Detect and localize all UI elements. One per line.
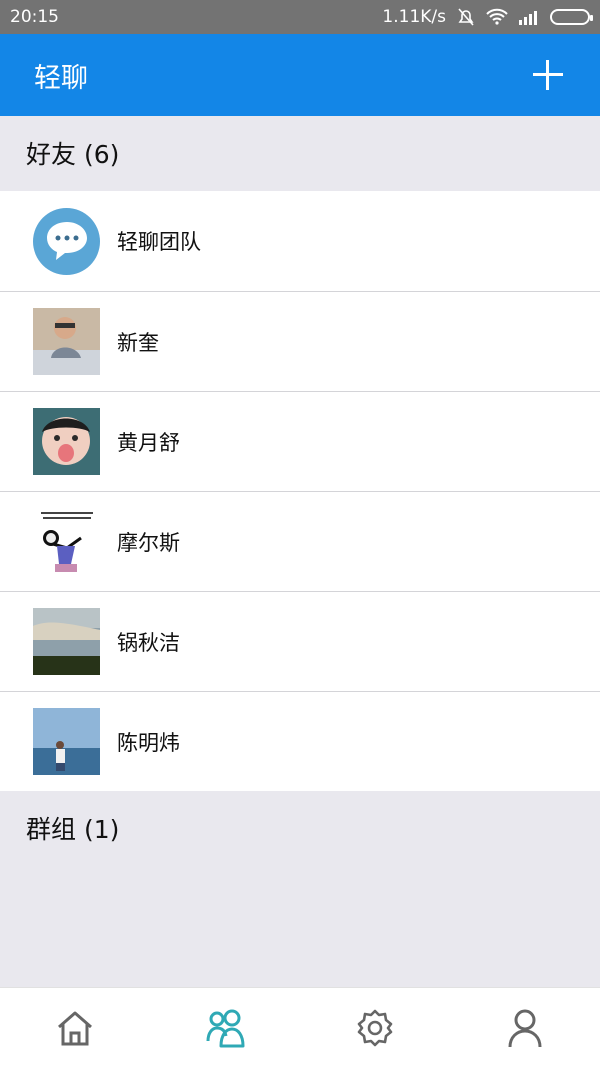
avatar (33, 207, 100, 275)
home-icon (58, 1011, 92, 1045)
wifi-icon (486, 8, 508, 25)
list-item[interactable]: 陈明炜 (0, 691, 600, 791)
profile-icon (508, 1009, 542, 1047)
settings-icon (357, 1009, 393, 1046)
network-speed: 1.11K/s (382, 7, 446, 27)
friend-name: 新奎 (117, 330, 159, 355)
avatar (33, 608, 100, 675)
list-item[interactable]: 轻聊团队 (0, 191, 600, 291)
bell-off-icon (458, 8, 474, 26)
app-bar: 轻聊 (0, 34, 600, 116)
avatar (33, 408, 100, 475)
signal-icon (519, 11, 537, 25)
avatar (33, 308, 100, 375)
friend-name: 轻聊团队 (117, 230, 201, 254)
battery-icon (550, 9, 593, 25)
list-item[interactable]: 摩尔斯 (0, 491, 600, 591)
add-button[interactable] (530, 57, 566, 93)
contacts-icon (206, 1009, 245, 1047)
tab-profile[interactable] (485, 993, 565, 1063)
status-bar: 20:15 1.11K/s (0, 0, 600, 34)
app-title: 轻聊 (34, 62, 88, 94)
chat-bubble-icon (46, 222, 87, 260)
avatar (33, 708, 100, 775)
groups-section-header[interactable]: 群组 (1) (0, 791, 600, 865)
friend-name: 锅秋洁 (117, 630, 180, 655)
list-item[interactable]: 新奎 (0, 291, 600, 391)
friend-name: 摩尔斯 (117, 530, 180, 555)
friend-name: 黄月舒 (117, 430, 180, 455)
friends-list: 轻聊团队 新奎 黄月舒 摩尔斯 锅秋洁 陈明炜 (0, 191, 600, 791)
tab-settings[interactable] (335, 993, 415, 1063)
tab-contacts[interactable] (185, 993, 265, 1063)
status-icons: 1.11K/s (382, 7, 593, 27)
friends-section-header[interactable]: 好友 (6) (0, 116, 600, 190)
list-item[interactable]: 黄月舒 (0, 391, 600, 491)
status-time: 20:15 (10, 7, 59, 27)
bottom-tab-bar (0, 987, 600, 1067)
friend-name: 陈明炜 (117, 730, 180, 755)
tab-home[interactable] (35, 993, 115, 1063)
list-item[interactable]: 锅秋洁 (0, 591, 600, 691)
avatar (33, 508, 100, 575)
